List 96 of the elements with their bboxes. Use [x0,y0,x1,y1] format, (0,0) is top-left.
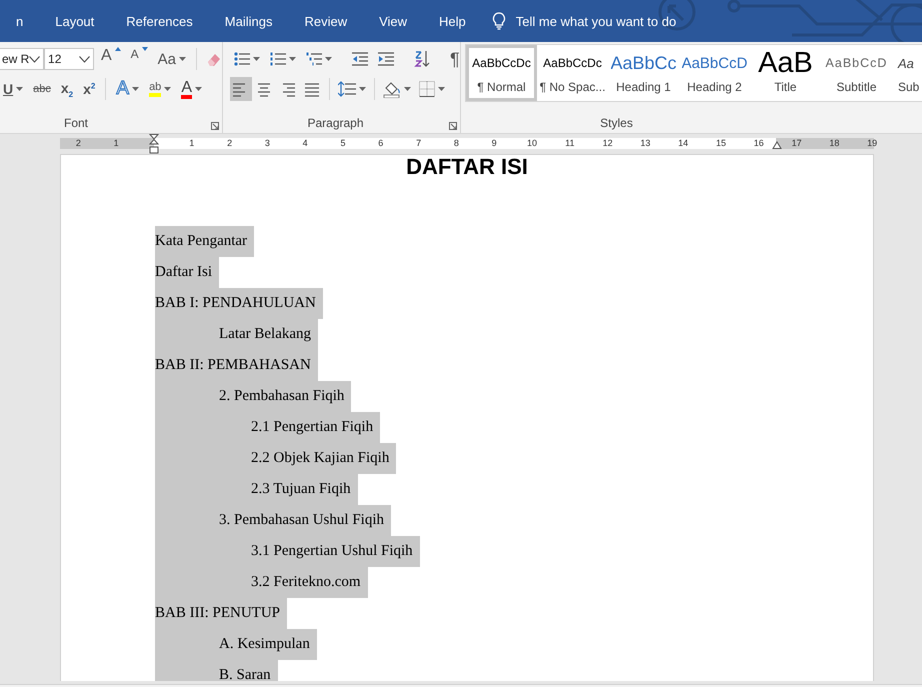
style-option[interactable]: AaB Title [750,45,821,101]
ruler-number: 19 [867,138,878,149]
toc-entry: A. Kesimpulan [155,629,317,660]
lightbulb-icon [492,12,506,30]
borders-icon[interactable] [419,81,435,97]
caret-icon [16,87,24,91]
toc-entry: 3.2 Feritekno.com [155,567,368,598]
ribbon-tab[interactable]: n [0,14,40,28]
numbering-icon[interactable] [270,51,286,67]
ribbon-tab[interactable]: Mailings [208,14,288,28]
caret-icon [194,87,202,91]
ruler-number: 8 [454,138,459,149]
dialog-launcher-icon[interactable] [211,122,219,130]
tell-me-search[interactable]: Tell me what you want to do [516,14,676,28]
indent-marker-icon[interactable] [149,134,159,154]
caret-icon [253,57,260,61]
style-option[interactable]: AaBbCcD Subtitle [821,45,892,101]
align-button[interactable] [230,77,252,101]
strikethrough-button[interactable]: abc [30,77,54,101]
ruler-number: 1 [189,138,194,149]
caret-icon [132,87,140,91]
caret-icon [404,87,411,91]
ruler-number: 4 [302,138,308,149]
sort-icon[interactable] [414,50,430,68]
ribbon-tab[interactable]: Review [288,14,364,28]
ruler-number: 9 [492,138,497,149]
ruler-number: 5 [340,138,346,149]
font-size-box[interactable]: 12 [44,48,94,70]
ruler-number: 12 [602,138,613,149]
ribbon-tab[interactable]: Help [423,14,482,28]
font-color-button[interactable]: A [178,77,205,101]
toc-entry: B. Saran [155,660,278,681]
chevron-icon [29,56,40,62]
multilevel-list-icon[interactable] [306,51,322,67]
dialog-launcher-icon[interactable] [449,122,457,130]
arrow-up-icon [114,47,121,51]
grow-font-button[interactable]: A [98,47,124,71]
right-indent-icon[interactable] [772,141,782,149]
ruler-number: 3 [264,138,270,149]
ruler-number: 1 [114,138,119,149]
group-label: Styles [599,115,634,132]
change-case-button[interactable]: Aa [154,47,190,71]
chevron-icon [78,56,90,62]
toc-entry: BAB III: PENUTUP [155,598,288,629]
caret-icon [325,57,332,61]
toc-entry: BAB I: PENDAHULUAN [155,288,323,319]
increase-indent-icon[interactable] [378,52,394,66]
font-name-box[interactable]: ew R [0,48,44,70]
decrease-indent-icon[interactable] [352,52,368,66]
ruler-number: 17 [792,138,802,149]
ribbon-tab[interactable]: View [363,14,424,28]
ribbon-tab[interactable]: References [110,14,209,28]
ruler-number: 10 [527,138,537,149]
toc-entry: Kata Pengantar [155,226,254,257]
document-title: DAFTAR ISI [406,155,528,179]
highlight-button[interactable]: ab [146,77,174,101]
toc-entry: 2.1 Pengertian Fiqih [155,412,380,443]
ruler-number: 2 [227,138,232,149]
underline-button[interactable]: U [0,77,26,101]
caret-icon [438,87,445,91]
caret-icon [359,87,366,91]
toc-entry: 2. Pembahasan Fiqih [155,381,352,412]
toc-entry: 3.1 Pengertian Ushul Fiqih [155,536,420,567]
ruler-number: 15 [716,138,726,149]
toc-entry: Latar Belakang [155,319,318,350]
shading-icon[interactable] [383,80,401,98]
ruler-number: 2 [76,138,81,149]
style-option[interactable]: AaBbCcDc ¶ Normal [466,45,537,101]
bullets-icon[interactable] [234,51,250,67]
shrink-font-button[interactable]: A [128,47,151,71]
ruler-number: 7 [416,138,422,149]
group-label: Font [62,115,89,132]
toc-entry: 2.2 Objek Kajian Fiqih [155,443,396,474]
style-option[interactable]: AaBbCcDc ¶ No Spac... [537,45,608,101]
ruler-number: 6 [378,138,384,149]
arrow-down-icon [142,47,148,51]
toc-entry: BAB II: PEMBAHASAN [155,350,318,381]
show-formatting-button[interactable]: ¶ [447,47,463,71]
script-button[interactable]: x$^{2}$ [80,77,98,101]
caret-icon [164,87,172,91]
ruler-number: 11 [565,138,574,149]
ruler-number: 13 [640,138,650,149]
ruler-number: 16 [754,138,764,149]
ruler-number: 14 [678,138,688,149]
ribbon-tab[interactable]: Layout [39,14,110,28]
caret-icon [179,57,186,61]
toc-entry: 3. Pembahasan Ushul Fiqih [155,505,391,536]
toc-entry: Daftar Isi [155,257,220,288]
line-spacing-icon[interactable] [338,80,356,98]
style-option[interactable]: AaBbCcD Heading 2 [679,45,750,101]
toc-entry: 2.3 Tujuan Fiqih [155,474,358,505]
caret-icon [289,57,296,61]
style-option[interactable]: Aa Sub [892,45,922,101]
script-button[interactable]: x$_{2}$ [58,77,76,101]
group-label: Paragraph [306,115,365,132]
ruler-number: 18 [829,138,840,149]
